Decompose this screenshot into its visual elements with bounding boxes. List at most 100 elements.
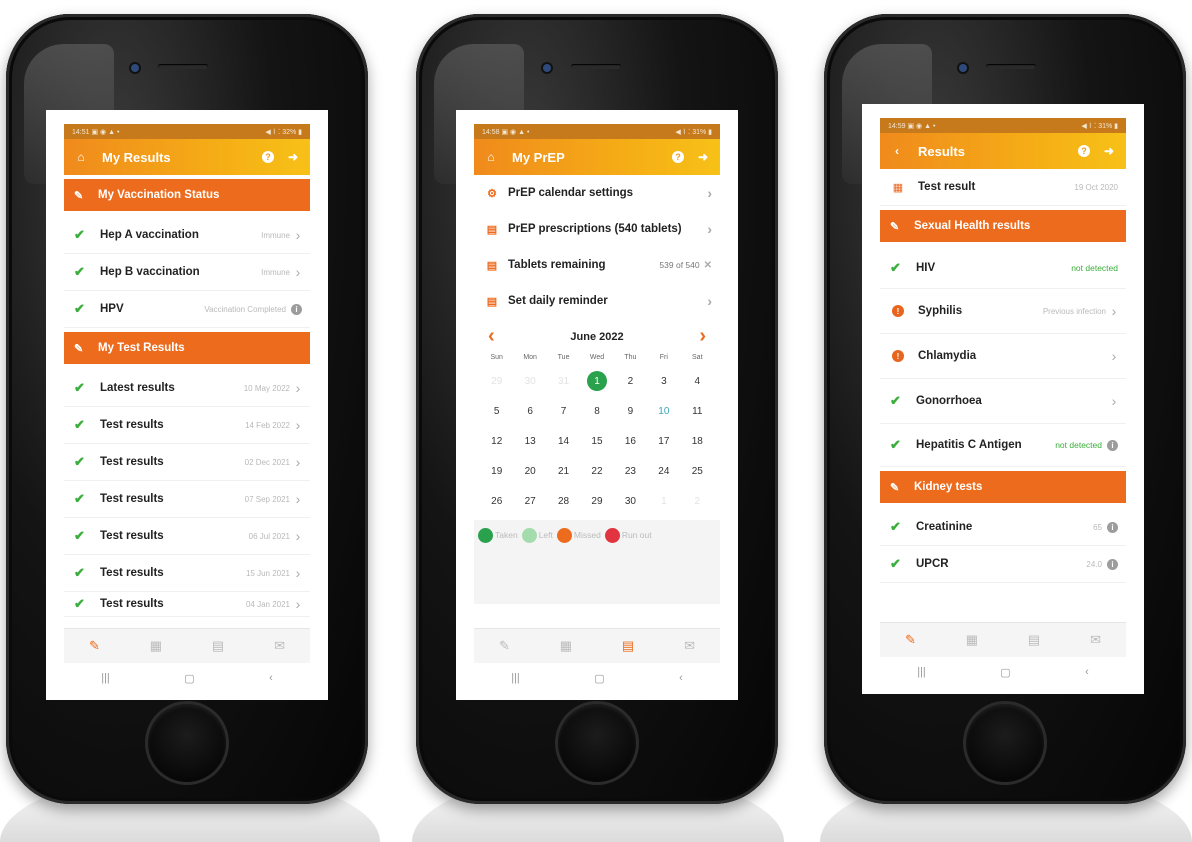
prep-tablets-remaining: ▤ Tablets remaining 539 of 540 ✕ bbox=[474, 247, 720, 283]
list-item[interactable]: ✔ Test results 04 Jan 2021 › bbox=[64, 592, 310, 617]
pill-bottle-tab-icon[interactable]: ▤ bbox=[1028, 632, 1040, 648]
recent-apps-icon[interactable]: ||| bbox=[101, 672, 110, 684]
check-icon: ✔ bbox=[74, 264, 85, 279]
prep-calendar-settings[interactable]: ⚙ PrEP calendar settings › bbox=[474, 175, 720, 211]
help-icon[interactable]: ? bbox=[262, 151, 274, 163]
calendar-day[interactable]: 18 bbox=[681, 426, 714, 456]
bottom-nav: ✎ ▦ ▤ ✉ bbox=[474, 628, 720, 663]
home-nav-icon[interactable]: ▢ bbox=[184, 672, 194, 685]
calendar-day-outside: 29 bbox=[480, 366, 513, 396]
calendar-day[interactable]: 8 bbox=[580, 396, 613, 426]
calendar-day[interactable]: 20 bbox=[513, 456, 546, 486]
list-item[interactable]: ✔ Test results 07 Sep 2021 › bbox=[64, 481, 310, 518]
page-title: My PrEP bbox=[512, 149, 565, 165]
chevron-right-icon: › bbox=[295, 491, 301, 507]
home-button[interactable] bbox=[966, 704, 1044, 782]
chevron-left-icon[interactable]: ‹ bbox=[488, 325, 495, 348]
calendar-day[interactable]: 22 bbox=[580, 456, 613, 486]
pill-bottle-tab-icon[interactable]: ▤ bbox=[212, 638, 224, 654]
envelope-tab-icon[interactable]: ✉ bbox=[1090, 632, 1101, 648]
results-tab-pen-icon[interactable]: ✎ bbox=[499, 638, 510, 654]
calendar-day[interactable]: 30 bbox=[614, 486, 647, 516]
calendar-day[interactable]: 13 bbox=[513, 426, 546, 456]
back-nav-icon[interactable]: ‹ bbox=[1085, 666, 1089, 678]
home-icon[interactable]: ⌂ bbox=[484, 150, 498, 164]
calendar-tab-icon[interactable]: ▦ bbox=[560, 638, 572, 654]
home-icon[interactable]: ⌂ bbox=[74, 150, 88, 164]
calendar-day[interactable]: 29 bbox=[580, 486, 613, 516]
prep-prescriptions[interactable]: ▤ PrEP prescriptions (540 tablets) › bbox=[474, 211, 720, 247]
list-item[interactable]: ✔ Hep A vaccination Immune › bbox=[64, 217, 310, 254]
test-result-date: ▦ Test result 19 Oct 2020 bbox=[880, 169, 1126, 206]
calendar-day[interactable]: 3 bbox=[647, 366, 680, 396]
back-nav-icon[interactable]: ‹ bbox=[269, 672, 273, 684]
envelope-tab-icon[interactable]: ✉ bbox=[684, 638, 695, 654]
calendar-day[interactable]: 19 bbox=[480, 456, 513, 486]
calendar-day[interactable]: 25 bbox=[681, 456, 714, 486]
list-item[interactable]: ✔ Test results 06 Jul 2021 › bbox=[64, 518, 310, 555]
calendar-day[interactable]: 2 bbox=[614, 366, 647, 396]
calendar-tab-icon[interactable]: ▦ bbox=[966, 632, 978, 648]
recent-apps-icon[interactable]: ||| bbox=[511, 672, 520, 684]
calendar-day[interactable]: 4 bbox=[681, 366, 714, 396]
calendar-day[interactable]: 16 bbox=[614, 426, 647, 456]
calendar-weekday-label: Tue bbox=[557, 354, 570, 361]
calendar-day[interactable]: 14 bbox=[547, 426, 580, 456]
help-icon[interactable]: ? bbox=[672, 151, 684, 163]
chevron-right-icon[interactable]: › bbox=[699, 325, 706, 348]
calendar-day[interactable]: 9 bbox=[614, 396, 647, 426]
home-nav-icon[interactable]: ▢ bbox=[1000, 666, 1010, 679]
calendar-day[interactable]: 26 bbox=[480, 486, 513, 516]
calendar-day[interactable]: 12 bbox=[480, 426, 513, 456]
calendar-day-number: 24 bbox=[658, 465, 670, 477]
calendar-day[interactable]: 28 bbox=[547, 486, 580, 516]
help-icon[interactable]: ? bbox=[1078, 145, 1090, 157]
list-item[interactable]: ✔ Test results 15 Jun 2021 › bbox=[64, 555, 310, 592]
item-label: Test results bbox=[100, 598, 164, 610]
calendar-day[interactable]: 21 bbox=[547, 456, 580, 486]
calendar-day-number: 8 bbox=[594, 405, 600, 417]
home-nav-icon[interactable]: ▢ bbox=[594, 672, 604, 685]
calendar-weekday-label: Thu bbox=[624, 354, 637, 361]
calendar-day[interactable]: 17 bbox=[647, 426, 680, 456]
info-icon[interactable]: i bbox=[1107, 558, 1118, 570]
results-tab-pen-icon[interactable]: ✎ bbox=[89, 638, 100, 654]
list-item[interactable]: ✔ Hep B vaccination Immune › bbox=[64, 254, 310, 291]
home-button[interactable] bbox=[148, 704, 226, 782]
pill-bottle-tab-icon[interactable]: ▤ bbox=[622, 638, 634, 654]
calendar-day[interactable]: 24 bbox=[647, 456, 680, 486]
info-icon[interactable]: i bbox=[1107, 521, 1118, 533]
info-icon[interactable]: i bbox=[1107, 439, 1118, 451]
calendar-day-number: 23 bbox=[624, 465, 636, 477]
back-icon[interactable]: ‹ bbox=[890, 144, 904, 158]
calendar-tab-icon[interactable]: ▦ bbox=[150, 638, 162, 654]
envelope-tab-icon[interactable]: ✉ bbox=[274, 638, 285, 654]
calendar-day[interactable]: 11 bbox=[681, 396, 714, 426]
list-item[interactable]: ✔ Test results 14 Feb 2022 › bbox=[64, 407, 310, 444]
calendar-day[interactable]: 7 bbox=[547, 396, 580, 426]
logout-icon[interactable]: ➜ bbox=[286, 150, 300, 164]
bell-slash-icon[interactable]: ✕ bbox=[704, 260, 712, 271]
list-item[interactable]: ! Syphilis Previous infection › bbox=[880, 289, 1126, 334]
calendar-day[interactable]: 6 bbox=[513, 396, 546, 426]
prep-daily-reminder[interactable]: ▤ Set daily reminder › bbox=[474, 283, 720, 319]
calendar-day[interactable]: 5 bbox=[480, 396, 513, 426]
list-item[interactable]: ✔ Test results 02 Dec 2021 › bbox=[64, 444, 310, 481]
logout-icon[interactable]: ➜ bbox=[1102, 144, 1116, 158]
calendar-day[interactable]: 27 bbox=[513, 486, 546, 516]
calendar-day[interactable]: 10 bbox=[647, 396, 680, 426]
back-nav-icon[interactable]: ‹ bbox=[679, 672, 683, 684]
check-icon: ✔ bbox=[74, 596, 85, 611]
calendar-day[interactable]: 15 bbox=[580, 426, 613, 456]
home-button[interactable] bbox=[558, 704, 636, 782]
info-icon[interactable]: i bbox=[291, 303, 302, 315]
list-item[interactable]: ! Chlamydia › bbox=[880, 334, 1126, 379]
calendar-day-number: 22 bbox=[591, 465, 603, 477]
list-item[interactable]: ✔ Latest results 10 May 2022 › bbox=[64, 370, 310, 407]
recent-apps-icon[interactable]: ||| bbox=[917, 666, 926, 678]
results-tab-pen-icon[interactable]: ✎ bbox=[905, 632, 916, 648]
logout-icon[interactable]: ➜ bbox=[696, 150, 710, 164]
calendar-day[interactable]: 1 bbox=[580, 366, 613, 396]
calendar-day[interactable]: 23 bbox=[614, 456, 647, 486]
list-item[interactable]: ✔ Gonorrhoea › bbox=[880, 379, 1126, 424]
